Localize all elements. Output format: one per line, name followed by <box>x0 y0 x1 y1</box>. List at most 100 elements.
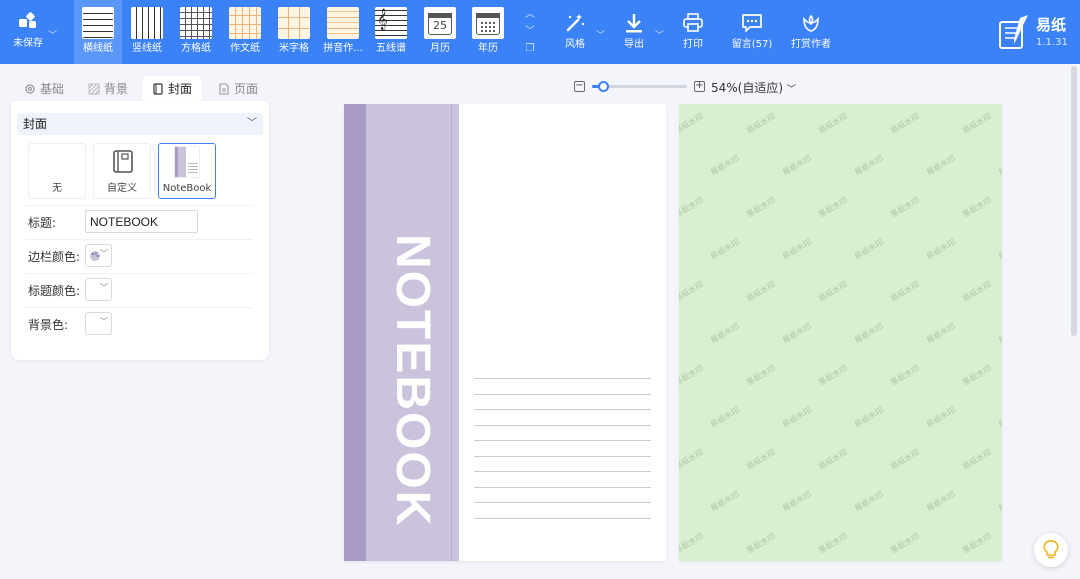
zoom-slider[interactable] <box>592 81 687 92</box>
scroll-up-chevron-icon[interactable]: ︿ <box>522 6 538 23</box>
paper-type-label: 作文纸 <box>230 43 260 54</box>
paper-type-vertical[interactable]: 竖线纸 <box>123 0 171 64</box>
paper-type-composition[interactable]: 作文纸 <box>221 0 269 64</box>
bg-color-picker[interactable]: ﹀ <box>85 312 112 335</box>
cover-title-text: NOTEBOOK <box>364 234 439 527</box>
tool-label: 打赏作者 <box>791 39 831 50</box>
notebook-icon <box>153 83 163 95</box>
style-button[interactable]: 风格 <box>547 0 603 64</box>
watermark-text: 易纸水印 <box>960 531 994 556</box>
print-button[interactable]: 打印 <box>665 0 721 64</box>
watermark-text: 易纸水印 <box>744 111 778 136</box>
bg-color-label: 背景色: <box>28 318 69 332</box>
watermark-text: 易纸水印 <box>960 363 994 388</box>
paper-type-month-calendar[interactable]: 25 月历 <box>416 0 464 64</box>
zoom-level-label: 54%(自适应) <box>711 81 784 95</box>
watermark-text: 易纸水印 <box>780 153 814 178</box>
magic-wand-icon <box>566 14 585 32</box>
paper-type-label: 五线谱 <box>376 43 406 54</box>
divider <box>25 273 253 274</box>
pinyin-thumb <box>327 7 359 39</box>
lightbulb-icon <box>1043 540 1059 559</box>
message-icon <box>742 14 762 32</box>
scroll-down-chevron-icon[interactable]: ﹀ <box>522 23 538 40</box>
paper-type-staff[interactable]: 𝄞 五线谱 <box>367 0 415 64</box>
cover-option-none[interactable]: 无 <box>28 143 86 199</box>
watermark-text: 易纸水印 <box>852 153 886 178</box>
watermark-text: 易纸水印 <box>960 279 994 304</box>
watermark-text: 易纸水印 <box>708 237 742 262</box>
watermark-text: 易纸水印 <box>679 111 706 136</box>
tab-label: 封面 <box>168 82 193 96</box>
flower-icon <box>803 14 819 32</box>
title-color-picker[interactable]: ﹀ <box>85 278 112 301</box>
watermark-text: 易纸水印 <box>816 363 850 388</box>
watermark-text: 易纸水印 <box>744 447 778 472</box>
cover-settings-panel: 封面 ﹀ 无 自定义 NoteBook 标题: 边栏颜色: ﹀ 标题颜色: ﹀ … <box>11 101 269 360</box>
vertical-scrollbar[interactable] <box>1071 66 1077 336</box>
paper-type-mi-grid[interactable]: 米字格 <box>270 0 318 64</box>
cover-option-custom[interactable]: 自定义 <box>93 143 151 199</box>
watermark-text: 易纸水印 <box>996 321 1002 346</box>
cover-page-preview: NOTEBOOK <box>344 104 666 561</box>
horizontal-lines-thumb <box>82 7 114 39</box>
watermark-text: 易纸水印 <box>924 405 958 430</box>
paper-type-label: 年历 <box>478 43 498 54</box>
zoom-in-button[interactable]: + <box>694 81 705 92</box>
watermark-text: 易纸水印 <box>888 363 922 388</box>
year-calendar-thumb <box>472 7 504 39</box>
app-version: 1.1.31 <box>1036 37 1068 48</box>
tab-cover[interactable]: 封面 <box>142 76 203 102</box>
style-dropdown-chevron-icon[interactable]: ﹀ <box>596 28 605 41</box>
watermark-text: 易纸水印 <box>816 111 850 136</box>
save-dropdown-chevron-icon[interactable]: ﹀ <box>48 28 57 41</box>
zoom-level-dropdown[interactable]: 54%(自适应) ﹀ <box>711 79 796 96</box>
comments-button[interactable]: 留言(57) <box>724 0 780 64</box>
app-brand: 易纸 1.1.31 <box>996 10 1080 54</box>
paper-type-year-calendar[interactable]: 年历 <box>464 0 512 64</box>
watermark-text: 易纸水印 <box>708 489 742 514</box>
tab-basic[interactable]: 基础 <box>14 76 74 102</box>
cover-option-notebook[interactable]: NoteBook <box>158 143 216 199</box>
paper-type-horizontal[interactable]: 横线纸 <box>74 0 122 64</box>
watermark-text: 易纸水印 <box>679 279 706 304</box>
watermark-text: 易纸水印 <box>996 489 1002 514</box>
save-status-button[interactable]: 未保存 <box>8 0 48 64</box>
cover-option-label: 自定义 <box>107 183 137 194</box>
watermark-text: 易纸水印 <box>744 531 778 556</box>
cover-option-label: 无 <box>52 183 62 194</box>
section-select[interactable]: 封面 ﹀ <box>17 113 263 135</box>
watermark-text: 易纸水印 <box>888 279 922 304</box>
sidebar-color-picker[interactable]: ﹀ <box>85 244 112 267</box>
title-field-label: 标题: <box>28 216 57 230</box>
title-input[interactable] <box>85 210 198 233</box>
watermark-text: 易纸水印 <box>960 447 994 472</box>
chevron-down-icon: ﹀ <box>100 283 108 292</box>
watermark-text: 易纸水印 <box>996 153 1002 178</box>
paper-type-grid[interactable]: 方格纸 <box>172 0 220 64</box>
zoom-out-button[interactable]: − <box>574 81 585 92</box>
export-button[interactable]: 导出 <box>606 0 662 64</box>
watermark-text: 易纸水印 <box>780 237 814 262</box>
export-dropdown-chevron-icon[interactable]: ﹀ <box>655 28 664 41</box>
cover-spine-dark <box>344 104 366 561</box>
app-name: 易纸 <box>1036 16 1067 34</box>
paper-scroll-controls: ︿ ﹀ ❐ <box>522 6 538 60</box>
top-toolbar: 未保存 ﹀ 横线纸 竖线纸 方格纸 作文纸 米字格 拼音作... 𝄞 五线谱 2… <box>0 0 1080 64</box>
section-select-value: 封面 <box>23 117 48 131</box>
tab-page[interactable]: 页面 <box>208 76 268 102</box>
tab-label: 基础 <box>40 82 65 96</box>
mi-grid-thumb <box>278 7 310 39</box>
zoom-slider-handle[interactable] <box>598 81 609 92</box>
expand-copy-icon[interactable]: ❐ <box>522 40 538 57</box>
page-icon <box>219 83 229 95</box>
tip-author-button[interactable]: 打赏作者 <box>783 0 839 64</box>
paper-type-pinyin[interactable]: 拼音作... <box>319 0 367 64</box>
notebook-cover-thumb <box>174 146 200 178</box>
tips-button[interactable] <box>1034 533 1068 567</box>
paper-type-label: 方格纸 <box>181 43 211 54</box>
tab-background[interactable]: 背景 <box>78 76 138 102</box>
watermark-text: 易纸水印 <box>852 237 886 262</box>
watermark-text: 易纸水印 <box>780 489 814 514</box>
divider <box>25 205 253 206</box>
